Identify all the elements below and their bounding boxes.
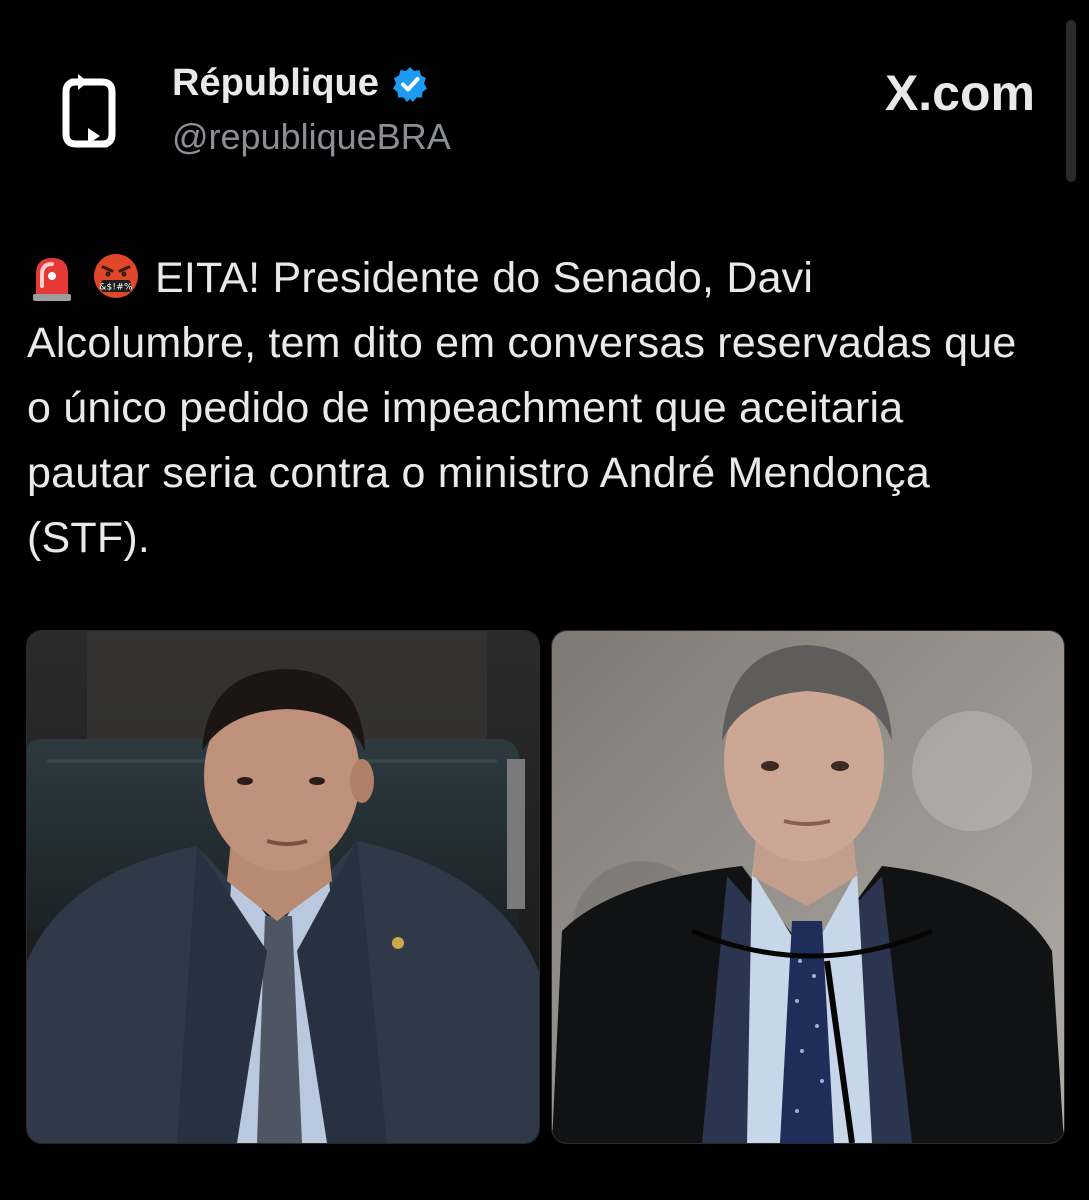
- republique-logo-icon[interactable]: [54, 70, 124, 154]
- photo-man-in-judicial-robe-icon: [552, 631, 1064, 1143]
- post-image-2[interactable]: [551, 630, 1065, 1144]
- post-image-1[interactable]: [26, 630, 540, 1144]
- author-handle[interactable]: @republiqueBRA: [172, 116, 451, 158]
- verified-badge-icon: [391, 65, 429, 103]
- author-name-text: République: [172, 62, 379, 104]
- author-display-name[interactable]: République: [172, 62, 429, 105]
- post-text: &$!#% EITA! Presidente do Senado, Davi A…: [27, 246, 1037, 571]
- post-text-body: EITA! Presidente do Senado, Davi Alcolum…: [27, 254, 1017, 562]
- source-label: X.com: [884, 65, 1035, 121]
- scrollbar[interactable]: [1066, 20, 1076, 182]
- face-with-symbols-on-mouth-emoji-icon: &$!#%: [91, 250, 141, 302]
- svg-text:&$!#%: &$!#%: [99, 283, 133, 293]
- rotating-light-emoji-icon: [27, 250, 77, 302]
- photo-man-in-senate-chair-icon: [27, 631, 539, 1143]
